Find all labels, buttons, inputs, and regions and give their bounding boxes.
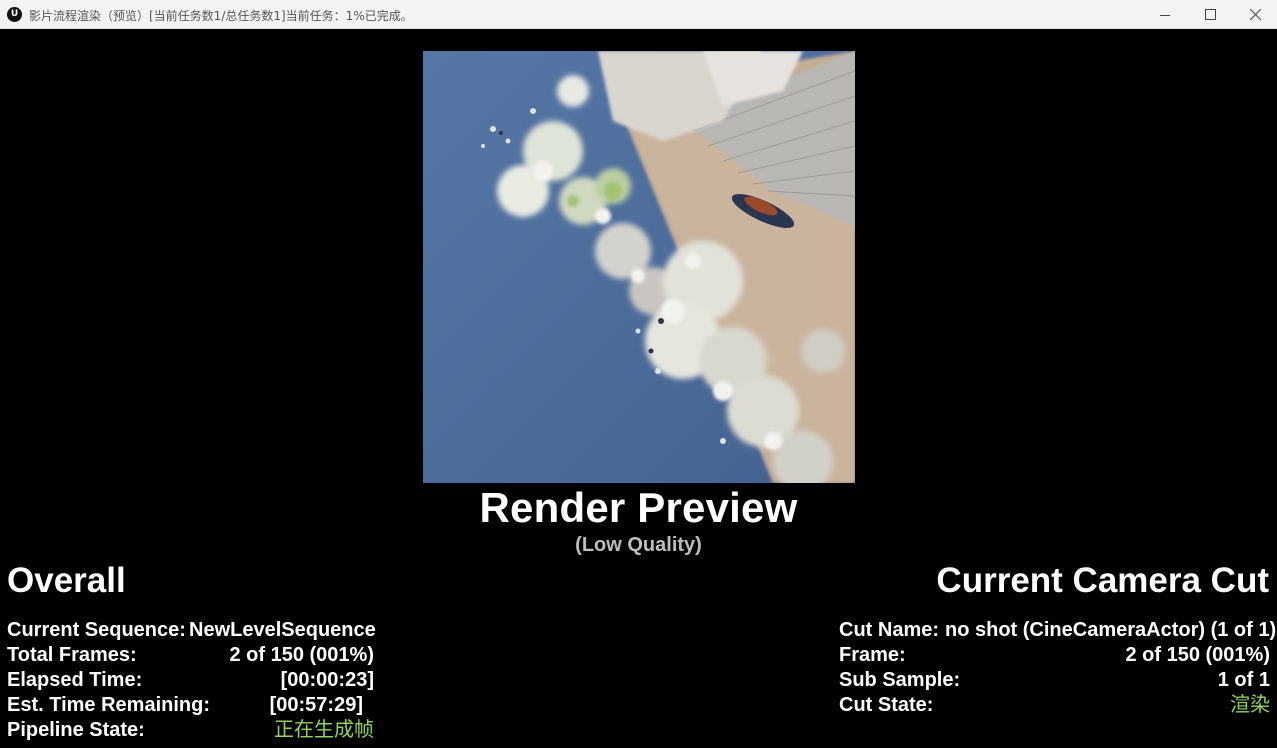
pipeline-state-row: Pipeline State: 正在生成帧 bbox=[7, 718, 374, 743]
cut-name-row: Cut Name: no shot (CineCameraActor) (1 o… bbox=[839, 618, 1276, 643]
cut-frame-label: Frame: bbox=[839, 644, 906, 666]
current-sequence-value: NewLevelSequence bbox=[189, 619, 376, 641]
camera-cut-stats: Cut Name: no shot (CineCameraActor) (1 o… bbox=[839, 618, 1276, 718]
title-bar[interactable]: U 影片流程渲染（预览）[当前任务数1/总任务数1]当前任务：1%已完成。 bbox=[0, 0, 1277, 29]
cut-state-row: Cut State: 渲染 bbox=[839, 693, 1270, 718]
elapsed-time-row: Elapsed Time: [00:00:23] bbox=[7, 668, 374, 693]
cut-name-value: no shot (CineCameraActor) (1 of 1) bbox=[945, 619, 1277, 641]
render-preview-frame bbox=[423, 51, 855, 483]
sub-sample-value: 1 of 1 bbox=[1217, 669, 1270, 691]
total-frames-row: Total Frames: 2 of 150 (001%) bbox=[7, 643, 374, 668]
maximize-button[interactable] bbox=[1187, 0, 1233, 29]
close-icon bbox=[1249, 9, 1261, 20]
camera-cut-heading: Current Camera Cut bbox=[936, 561, 1269, 600]
time-remaining-row: Est. Time Remaining: [00:57:29] bbox=[7, 693, 374, 718]
total-frames-value: 2 of 150 (001%) bbox=[229, 644, 374, 666]
overall-stats: Current Sequence: NewLevelSequence Total… bbox=[7, 618, 376, 743]
cut-state-value: 渲染 bbox=[1230, 694, 1270, 716]
pipeline-state-label: Pipeline State: bbox=[7, 719, 145, 741]
time-remaining-label: Est. Time Remaining: bbox=[7, 694, 211, 716]
cut-frame-row: Frame: 2 of 150 (001%) bbox=[839, 643, 1270, 668]
total-frames-label: Total Frames: bbox=[7, 644, 137, 666]
overall-heading: Overall bbox=[7, 561, 126, 600]
time-remaining-value: [00:57:29] bbox=[269, 694, 363, 716]
cut-name-label: Cut Name: bbox=[839, 619, 940, 641]
elapsed-time-value: [00:00:23] bbox=[280, 669, 374, 691]
elapsed-time-label: Elapsed Time: bbox=[7, 669, 143, 691]
window-title: 影片流程渲染（预览）[当前任务数1/总任务数1]当前任务：1%已完成。 bbox=[29, 9, 413, 23]
sub-sample-label: Sub Sample: bbox=[839, 669, 961, 691]
unreal-logo-icon: U bbox=[7, 7, 22, 22]
render-preview-image bbox=[423, 51, 855, 483]
current-sequence-row: Current Sequence: NewLevelSequence bbox=[7, 618, 376, 643]
maximize-icon bbox=[1204, 9, 1216, 20]
render-preview-subtitle: (Low Quality) bbox=[575, 534, 702, 556]
cut-state-label: Cut State: bbox=[839, 694, 934, 716]
minimize-icon bbox=[1160, 14, 1170, 16]
render-preview-title: Render Preview bbox=[479, 484, 798, 531]
close-button[interactable] bbox=[1232, 0, 1277, 29]
minimize-button[interactable] bbox=[1142, 0, 1188, 29]
current-sequence-label: Current Sequence: bbox=[7, 619, 186, 641]
cut-frame-value: 2 of 150 (001%) bbox=[1125, 644, 1270, 666]
sub-sample-row: Sub Sample: 1 of 1 bbox=[839, 668, 1270, 693]
pipeline-state-value: 正在生成帧 bbox=[274, 719, 374, 741]
